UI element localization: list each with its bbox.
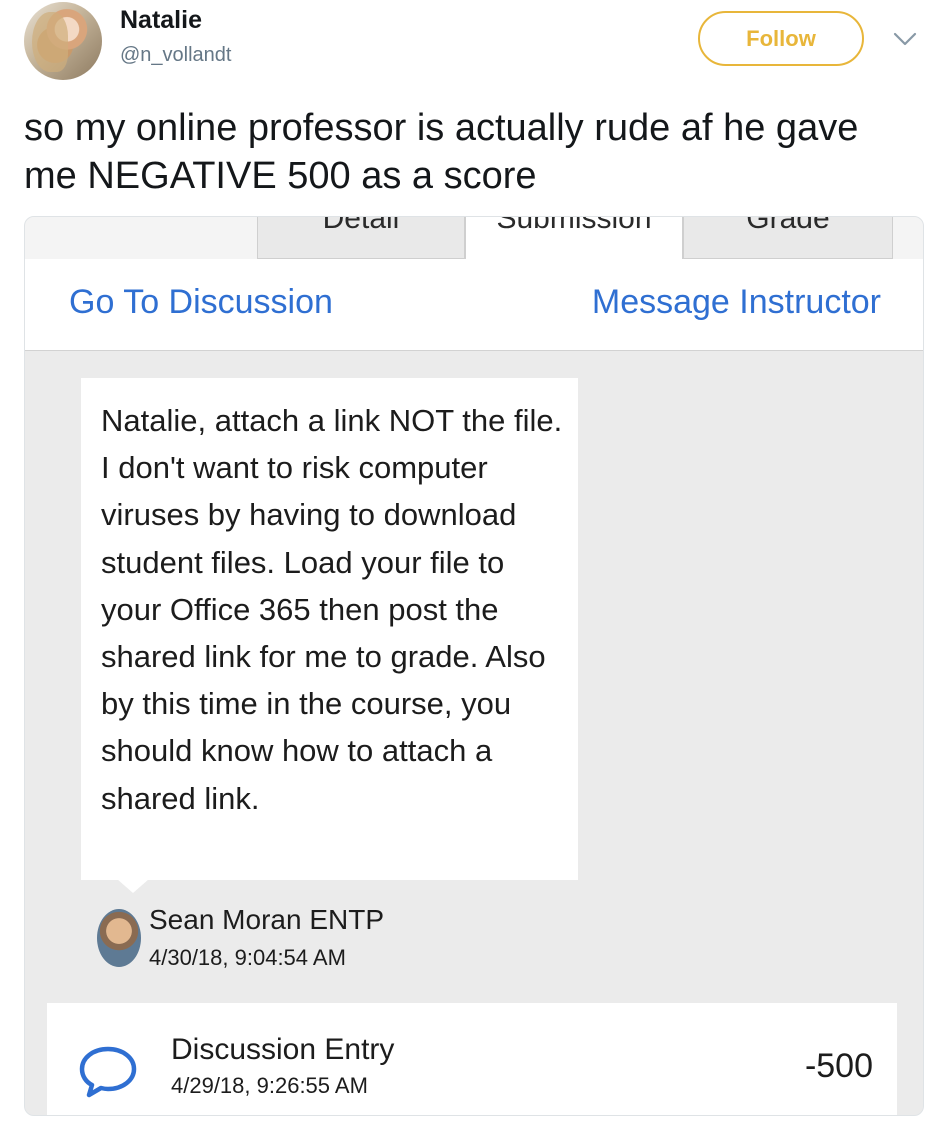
instructor-name: Sean Moran ENTP [149,904,384,935]
follow-button[interactable]: Follow [698,11,864,66]
tab-grade-label: Grade [746,216,830,235]
tweet-media-screenshot[interactable]: Detail Submission Grade Go To Discussion… [24,216,924,1116]
go-to-discussion-link[interactable]: Go To Discussion [69,283,333,322]
grade-score: -500 [804,1047,873,1085]
tab-detail-label: Detail [322,216,400,235]
tab-grade[interactable]: Grade [683,216,893,259]
author-display-name[interactable]: Natalie [120,6,202,35]
message-instructor-link[interactable]: Message Instructor [592,283,881,322]
tweet-text: so my online professor is actually rude … [24,107,859,197]
instructor-avatar [97,909,141,967]
author-handle[interactable]: @n_vollandt [120,44,231,67]
instructor-comment-text: Natalie, attach a link NOT the file. I d… [101,403,563,816]
discussion-entry-row[interactable]: Discussion Entry 4/29/18, 9:26:55 AM -50… [47,1003,897,1115]
author-avatar[interactable] [24,2,102,80]
speech-bubble-icon [79,1046,137,1098]
tab-submission[interactable]: Submission [465,216,683,259]
comment-bubble-tail [117,879,149,893]
action-bar: Go To Discussion Message Instructor [25,259,923,351]
tab-submission-label: Submission [496,216,652,235]
tab-detail[interactable]: Detail [257,216,465,259]
discussion-entry-title: Discussion Entry [171,1033,395,1066]
tab-bar: Detail Submission Grade [25,216,923,259]
chevron-down-icon[interactable] [892,30,918,48]
discussion-entry-timestamp: 4/29/18, 9:26:55 AM [171,1073,368,1098]
comment-timestamp: 4/30/18, 9:04:54 AM [149,945,346,970]
